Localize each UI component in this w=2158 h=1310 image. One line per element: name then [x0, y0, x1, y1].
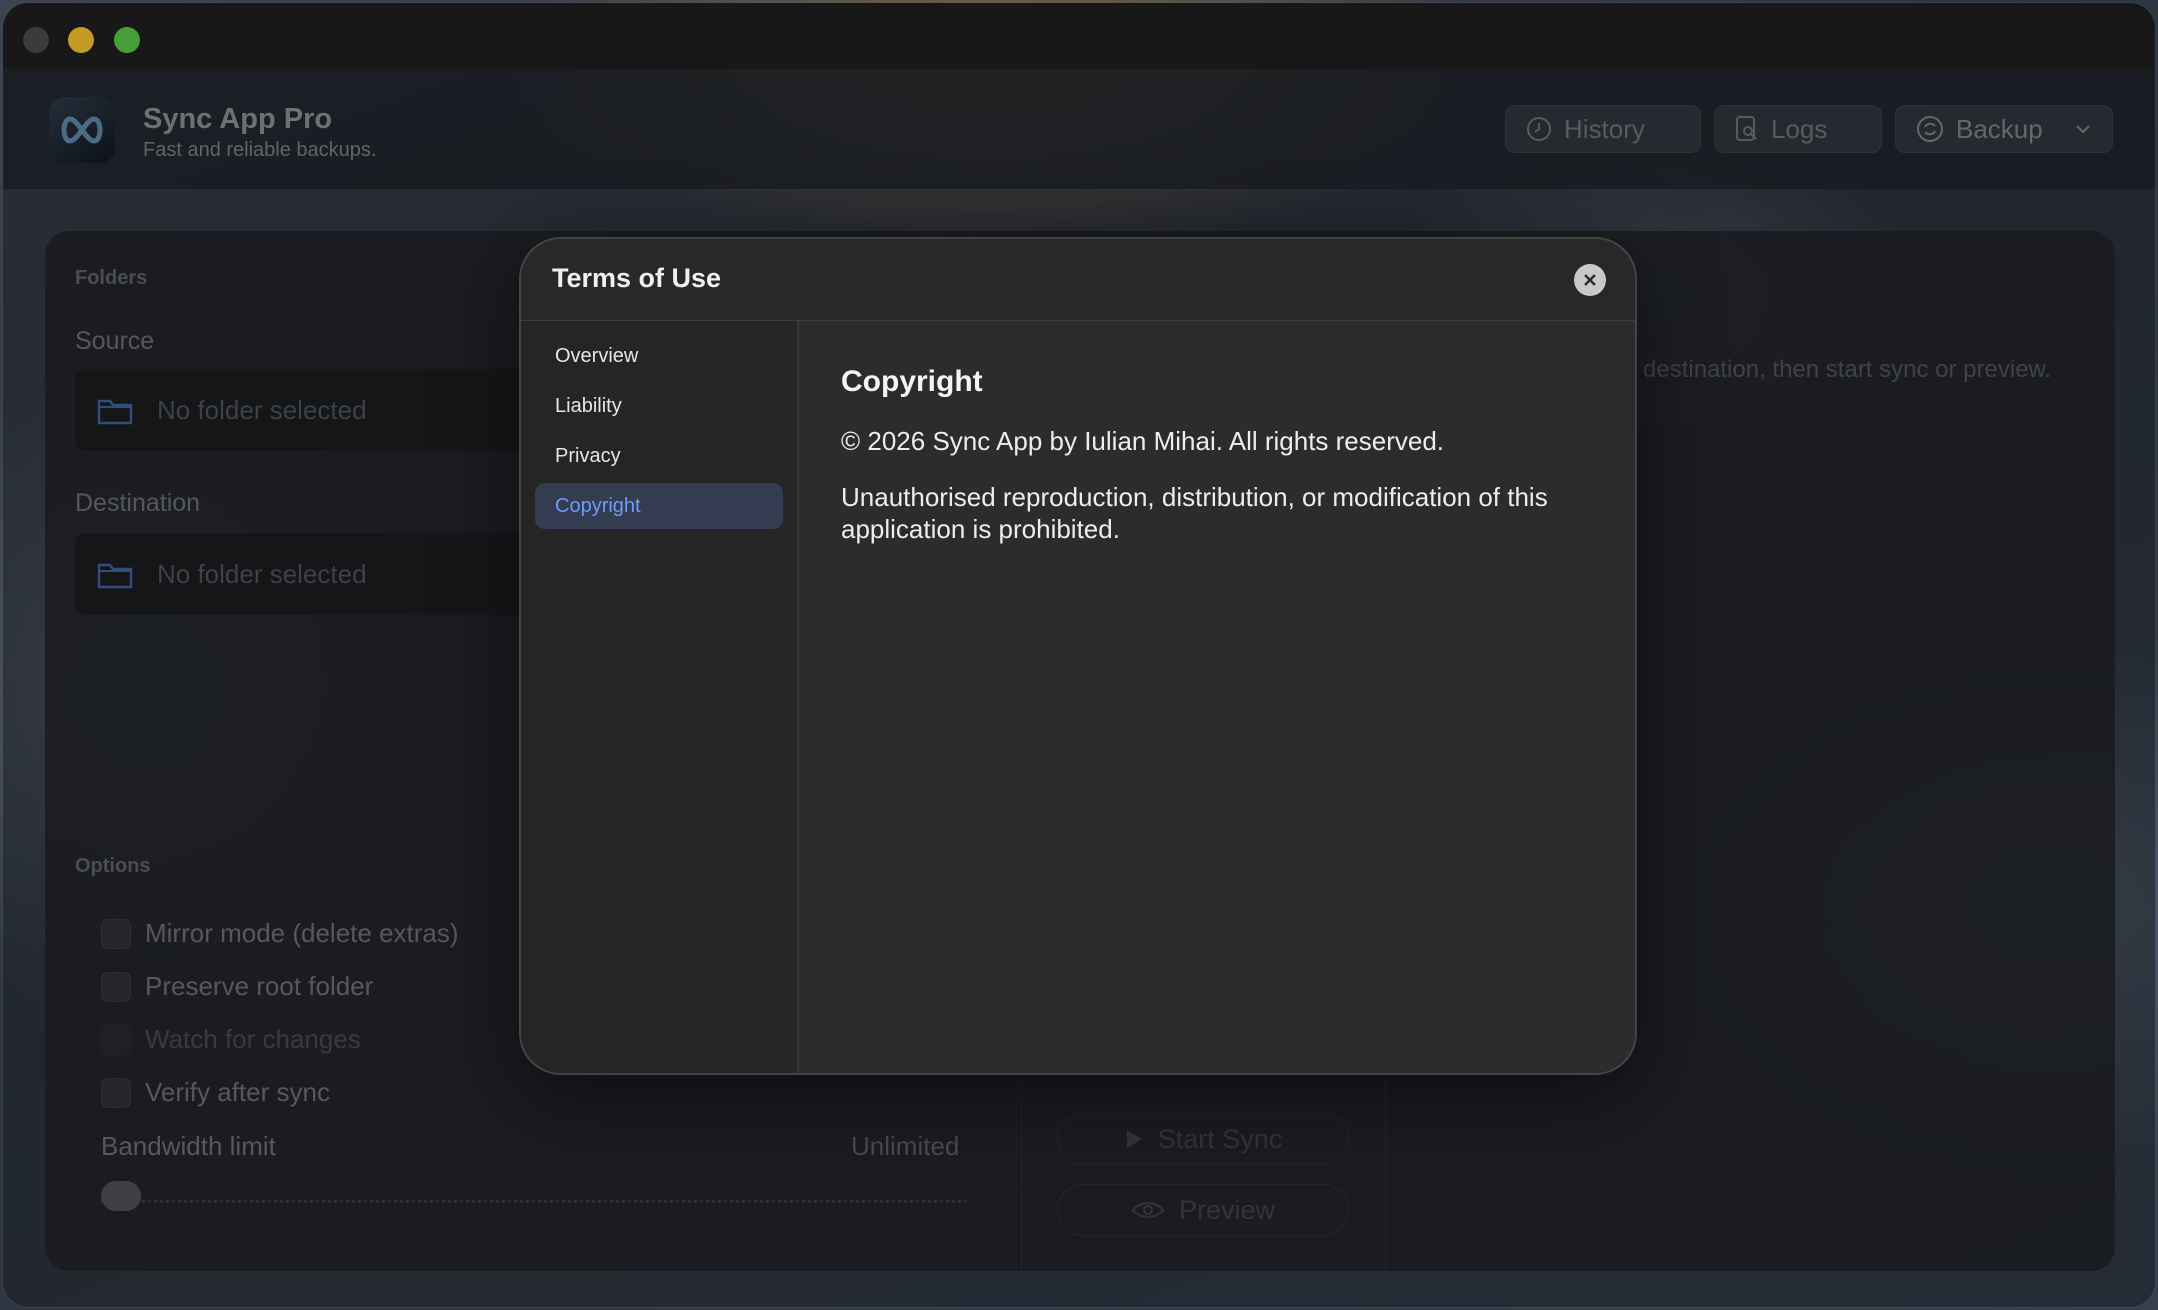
content-heading: Copyright: [841, 365, 983, 398]
copyright-notice: © 2026 Sync App by Iulian Mihai. All rig…: [841, 426, 1445, 456]
modal-header: Terms of Use: [521, 239, 1635, 321]
reproduction-notice: Unauthorised reproduction, distribution,…: [841, 482, 1548, 544]
terms-of-use-modal: Terms of Use Overview Liability Privacy …: [519, 237, 1637, 1075]
nav-item-privacy[interactable]: Privacy: [535, 433, 783, 479]
nav-item-overview[interactable]: Overview: [535, 333, 783, 379]
modal-close-button[interactable]: [1574, 264, 1606, 296]
modal-title: Terms of Use: [552, 263, 722, 293]
modal-sidebar: Overview Liability Privacy Copyright: [521, 321, 799, 1073]
nav-item-copyright[interactable]: Copyright: [535, 483, 783, 529]
nav-item-liability[interactable]: Liability: [535, 383, 783, 429]
close-icon: [1584, 274, 1596, 286]
modal-content: Copyright © 2026 Sync App by Iulian Miha…: [801, 321, 1635, 1073]
